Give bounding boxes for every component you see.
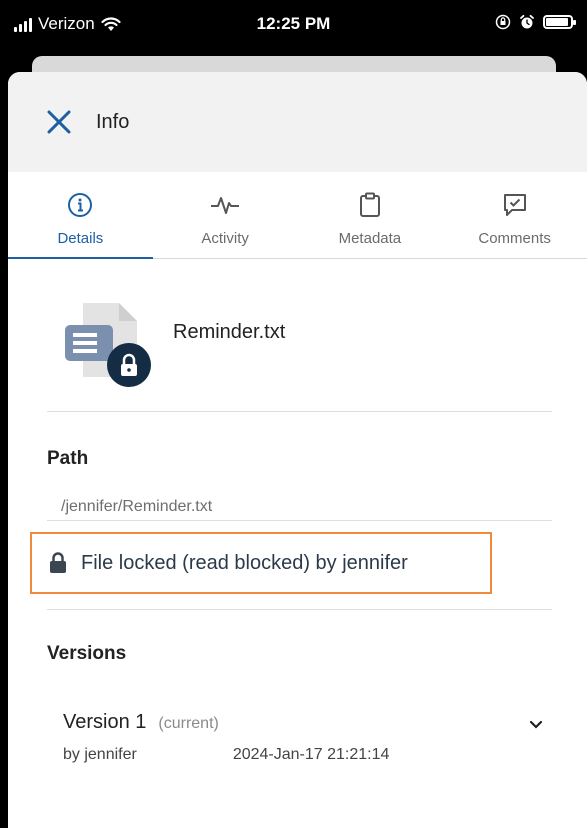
file-summary: Reminder.txt — [47, 259, 552, 412]
tab-metadata[interactable]: Metadata — [298, 172, 443, 258]
info-circle-icon — [68, 193, 93, 217]
battery-level — [546, 18, 568, 26]
tab-label: Details — [57, 230, 104, 247]
details-content: Reminder.txt Path /jennifer/Reminder.txt… — [8, 259, 587, 764]
tab-label: Metadata — [338, 230, 402, 247]
locked-text-file-icon — [55, 301, 155, 391]
info-sheet: Info Details Activity Metadata Comments … — [8, 72, 587, 828]
version-status: (current) — [158, 715, 219, 732]
chevron-down-icon — [529, 720, 543, 729]
versions-section: Versions Version 1 (current) by jennifer… — [47, 610, 552, 764]
lock-section: File locked (read blocked) by jennifer — [30, 521, 552, 610]
comment-check-icon — [503, 194, 526, 216]
battery-icon — [543, 15, 576, 29]
expand-version-button[interactable] — [526, 715, 546, 735]
alarm-icon — [520, 14, 534, 29]
path-value: /jennifer/Reminder.txt — [61, 498, 213, 515]
tab-bar: Details Activity Metadata Comments — [8, 172, 587, 259]
version-name: Version 1 — [63, 711, 147, 733]
version-date: 2024-Jan-17 21:21:14 — [232, 746, 390, 763]
path-title: Path — [47, 448, 89, 469]
page-title: Info — [96, 110, 130, 133]
close-icon — [47, 110, 71, 134]
tab-label: Activity — [201, 230, 249, 247]
clipboard-icon — [359, 192, 380, 217]
tab-activity[interactable]: Activity — [153, 172, 298, 258]
close-button[interactable] — [44, 107, 74, 137]
path-section: Path /jennifer/Reminder.txt — [47, 412, 552, 521]
tab-label: Comments — [478, 230, 551, 247]
version-author: by jennifer — [63, 746, 137, 763]
version-item[interactable]: Version 1 (current) by jennifer 2024-Jan… — [47, 711, 552, 764]
lock-status-text: File locked (read blocked) by jennifer — [81, 551, 408, 574]
rotation-lock-icon — [495, 14, 511, 30]
status-right — [495, 14, 576, 30]
tab-comments[interactable]: Comments — [442, 172, 587, 258]
lock-status: File locked (read blocked) by jennifer — [30, 532, 492, 594]
file-name: Reminder.txt — [173, 321, 286, 343]
lock-icon — [50, 552, 66, 573]
activity-pulse-icon — [211, 197, 240, 214]
versions-title: Versions — [47, 643, 127, 664]
status-bar: Verizon 12:25 PM — [0, 0, 587, 52]
tab-details[interactable]: Details — [8, 172, 153, 259]
info-header: Info — [8, 72, 587, 172]
